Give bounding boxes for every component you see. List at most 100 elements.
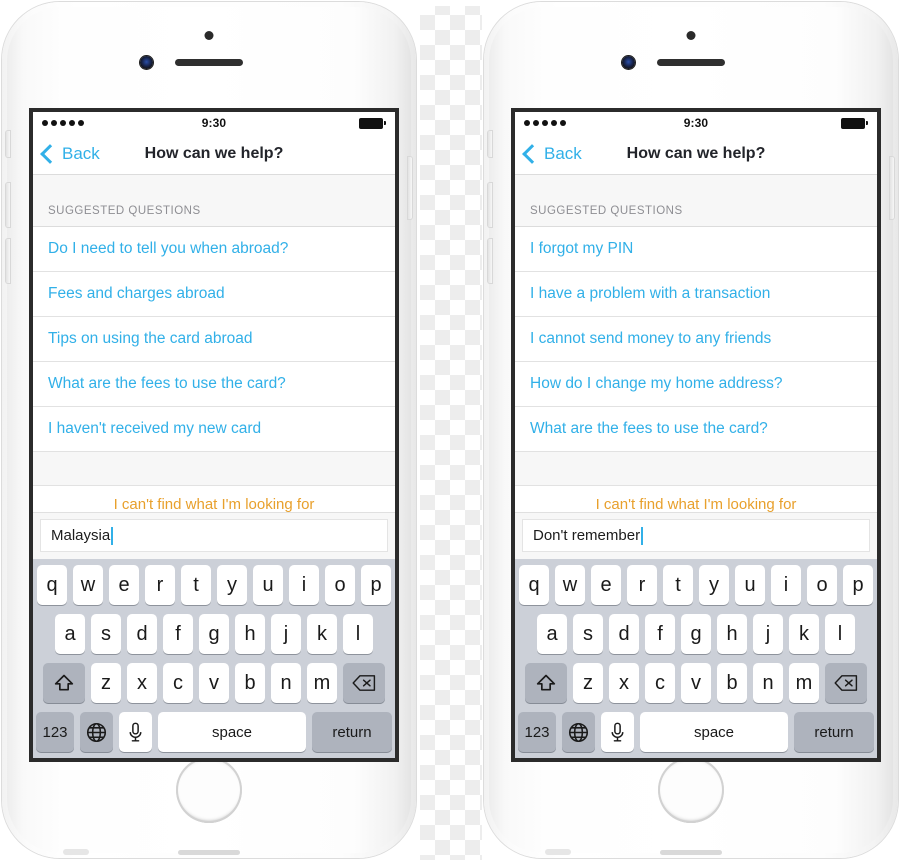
dictation-key[interactable] [601,712,634,752]
key-a[interactable]: a [55,614,85,654]
backspace-icon [834,675,858,691]
cant-find-link[interactable]: I can't find what I'm looking for [33,486,395,512]
key-r[interactable]: r [627,565,657,605]
key-h[interactable]: h [717,614,747,654]
key-n[interactable]: n [753,663,783,703]
volume-down-button[interactable] [6,239,10,283]
suggested-question-row[interactable]: How do I change my home address? [515,362,877,407]
key-g[interactable]: g [681,614,711,654]
key-d[interactable]: d [127,614,157,654]
antenna-nub [63,849,89,855]
key-y[interactable]: y [699,565,729,605]
key-k[interactable]: k [307,614,337,654]
search-input[interactable]: Don't remember [522,519,870,552]
silent-switch[interactable] [6,131,10,157]
key-q[interactable]: q [37,565,67,605]
key-t[interactable]: t [181,565,211,605]
suggested-question-row[interactable]: I cannot send money to any friends [515,317,877,362]
key-l[interactable]: l [825,614,855,654]
suggested-question-row[interactable]: Fees and charges abroad [33,272,395,317]
front-camera-icon [140,56,153,69]
key-v[interactable]: v [681,663,711,703]
back-button[interactable]: Back [522,144,582,164]
numbers-key[interactable]: 123 [36,712,74,752]
key-d[interactable]: d [609,614,639,654]
suggested-question-row[interactable]: What are the fees to use the card? [515,407,877,452]
search-input[interactable]: Malaysia [40,519,388,552]
silent-switch[interactable] [488,131,492,157]
key-i[interactable]: i [771,565,801,605]
key-z[interactable]: z [91,663,121,703]
volume-up-button[interactable] [488,183,492,227]
suggested-question-row[interactable]: Do I need to tell you when abroad? [33,227,395,272]
key-y[interactable]: y [217,565,247,605]
key-k[interactable]: k [789,614,819,654]
key-g[interactable]: g [199,614,229,654]
key-e[interactable]: e [109,565,139,605]
key-o[interactable]: o [325,565,355,605]
suggested-question-row[interactable]: I have a problem with a transaction [515,272,877,317]
key-x[interactable]: x [127,663,157,703]
shift-key[interactable] [525,663,567,703]
return-key[interactable]: return [794,712,874,752]
key-u[interactable]: u [253,565,283,605]
suggested-question-row[interactable]: What are the fees to use the card? [33,362,395,407]
key-m[interactable]: m [307,663,337,703]
key-c[interactable]: c [163,663,193,703]
back-button[interactable]: Back [40,144,100,164]
return-key[interactable]: return [312,712,392,752]
key-x[interactable]: x [609,663,639,703]
phone-left: 9:30 Back How can we help? SUGGESTED QUE… [2,2,416,858]
key-l[interactable]: l [343,614,373,654]
suggested-question-row[interactable]: I haven't received my new card [33,407,395,452]
key-j[interactable]: j [271,614,301,654]
key-m[interactable]: m [789,663,819,703]
key-b[interactable]: b [717,663,747,703]
microphone-icon [611,722,624,742]
cant-find-link[interactable]: I can't find what I'm looking for [515,486,877,512]
globe-key[interactable] [562,712,595,752]
backspace-icon [352,675,376,691]
key-s[interactable]: s [573,614,603,654]
key-f[interactable]: f [163,614,193,654]
key-r[interactable]: r [145,565,175,605]
key-s[interactable]: s [91,614,121,654]
delete-key[interactable] [343,663,385,703]
volume-up-button[interactable] [6,183,10,227]
keyboard-row-3: z x c v b n m [36,663,392,703]
key-h[interactable]: h [235,614,265,654]
key-a[interactable]: a [537,614,567,654]
power-button[interactable] [890,157,894,219]
key-c[interactable]: c [645,663,675,703]
numbers-key[interactable]: 123 [518,712,556,752]
delete-key[interactable] [825,663,867,703]
key-b[interactable]: b [235,663,265,703]
home-button[interactable] [176,757,242,823]
key-i[interactable]: i [289,565,319,605]
space-key[interactable]: space [640,712,788,752]
key-u[interactable]: u [735,565,765,605]
key-w[interactable]: w [555,565,585,605]
space-key[interactable]: space [158,712,306,752]
phone-body: 9:30 Back How can we help? SUGGESTED QUE… [488,7,894,855]
suggested-question-row[interactable]: Tips on using the card abroad [33,317,395,362]
dictation-key[interactable] [119,712,152,752]
key-z[interactable]: z [573,663,603,703]
key-o[interactable]: o [807,565,837,605]
key-t[interactable]: t [663,565,693,605]
suggested-question-row[interactable]: I forgot my PIN [515,227,877,272]
key-n[interactable]: n [271,663,301,703]
globe-key[interactable] [80,712,113,752]
key-f[interactable]: f [645,614,675,654]
shift-key[interactable] [43,663,85,703]
home-button[interactable] [658,757,724,823]
key-j[interactable]: j [753,614,783,654]
key-w[interactable]: w [73,565,103,605]
key-q[interactable]: q [519,565,549,605]
key-p[interactable]: p [361,565,391,605]
key-p[interactable]: p [843,565,873,605]
key-v[interactable]: v [199,663,229,703]
key-e[interactable]: e [591,565,621,605]
power-button[interactable] [408,157,412,219]
volume-down-button[interactable] [488,239,492,283]
